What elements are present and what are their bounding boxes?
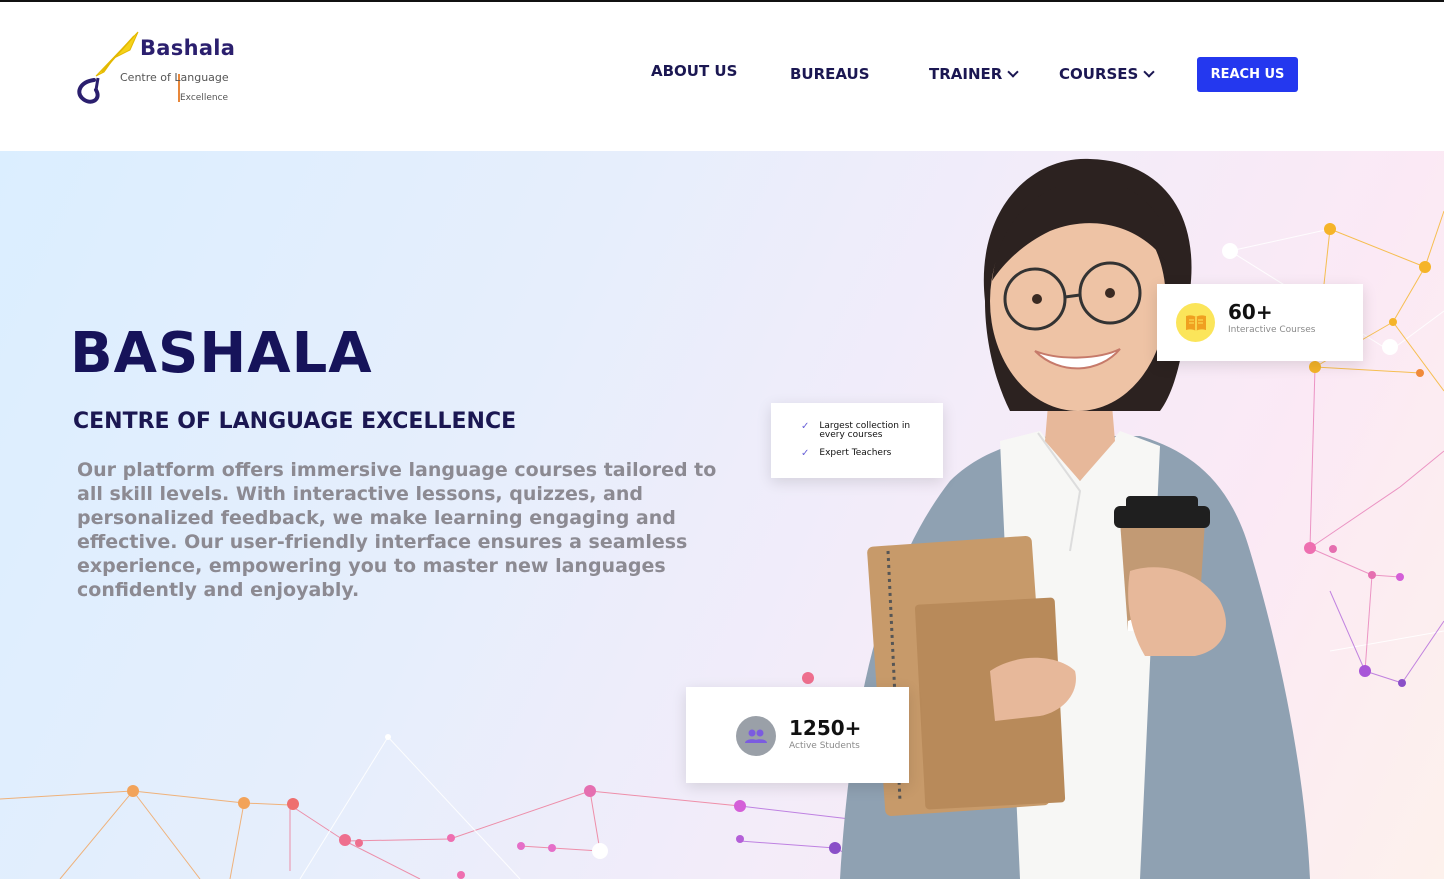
check-icon: ✓	[801, 448, 810, 459]
check-icon: ✓	[801, 421, 810, 432]
brand-logo[interactable]: Bashala Centre of Language Excellence	[74, 28, 244, 112]
nav-bureaus-label: BUREAUS	[790, 65, 870, 83]
nav-trainer-label: TRAINER	[929, 65, 1003, 83]
brand-name: Bashala	[140, 36, 236, 60]
hero-section: BASHALA CENTRE OF LANGUAGE EXCELLENCE Ou…	[0, 151, 1444, 879]
students-count: 1250+	[789, 716, 862, 740]
book-icon	[1176, 303, 1215, 342]
users-icon	[736, 716, 776, 756]
hero-title: BASHALA	[70, 321, 373, 386]
hero-description: Our platform offers immersive language c…	[77, 459, 717, 601]
brand-tagline-2: Excellence	[180, 93, 229, 103]
nav-about-us[interactable]: ABOUT US	[651, 62, 737, 80]
site-header: Bashala Centre of Language Excellence AB…	[0, 2, 1444, 151]
nav-courses-label: COURSES	[1059, 65, 1139, 83]
courses-count: 60+	[1228, 300, 1273, 324]
nav-trainer[interactable]: TRAINER	[929, 65, 1019, 83]
students-label: Active Students	[789, 741, 860, 751]
feature-text: Largest collection in every courses	[819, 421, 911, 440]
feature-item: ✓ Expert Teachers	[801, 449, 891, 459]
courses-stat-card: 60+ Interactive Courses	[1157, 284, 1363, 361]
nav-bureaus[interactable]: BUREAUS	[790, 65, 870, 83]
hero-subtitle: CENTRE OF LANGUAGE EXCELLENCE	[73, 409, 517, 434]
nav-about-us-label: ABOUT US	[651, 62, 738, 80]
chevron-down-icon	[1007, 66, 1019, 78]
students-stat-card: 1250+ Active Students	[686, 687, 909, 783]
feature-item: ✓ Largest collection in every courses	[801, 422, 919, 440]
reach-us-button[interactable]: REACH US	[1197, 57, 1298, 92]
chevron-down-icon	[1143, 66, 1156, 78]
feature-text: Expert Teachers	[819, 448, 892, 458]
features-card: ✓ Largest collection in every courses ✓ …	[771, 403, 943, 478]
brand-tagline-1: Centre of Language	[120, 71, 229, 84]
nav-courses[interactable]: COURSES	[1059, 65, 1156, 83]
courses-label: Interactive Courses	[1228, 325, 1316, 335]
